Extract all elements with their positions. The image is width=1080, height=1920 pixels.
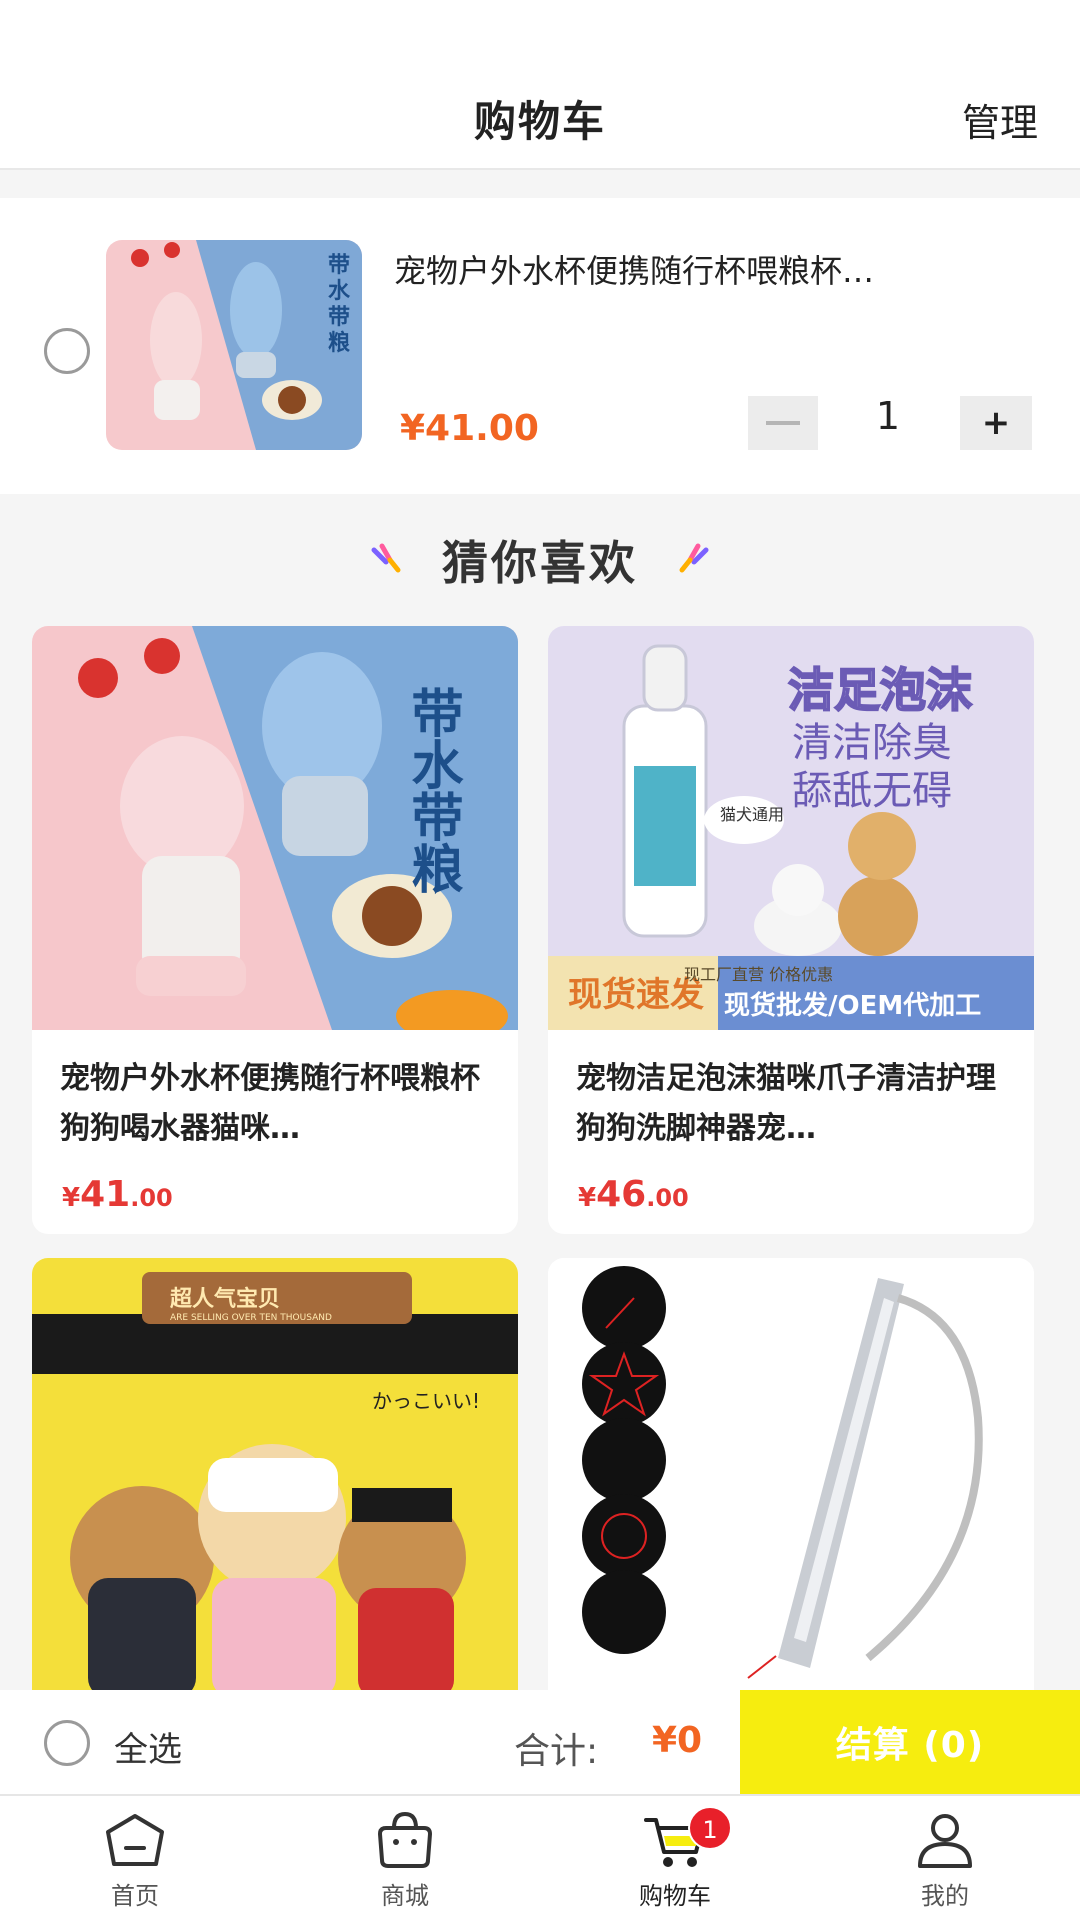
water-bottle-image: 带 水 带 粮 [106,240,362,450]
recommend-title: 猜你喜欢 [442,536,638,590]
cart-item-title[interactable]: 宠物户外水杯便携随行杯喂粮杯… [394,246,1024,292]
quantity-increment-button[interactable]: + [960,396,1032,450]
product-image: 超人气宝贝 ARE SELLING OVER TEN THOUSAND かっこい… [32,1258,518,1718]
svg-text:现工厂直营 价格优惠: 现工厂直营 价格优惠 [684,965,833,984]
manage-button[interactable]: 管理 [962,92,1038,147]
cart-item: 带 水 带 粮 宠物户外水杯便携随行杯喂粮杯… ¥41.00 1 + [0,198,1080,494]
minus-icon [766,421,800,425]
price-currency: ¥ [578,1183,597,1213]
select-all-label[interactable]: 全选 [114,1722,182,1771]
cart-item-thumbnail[interactable]: 带 水 带 粮 [106,240,362,450]
price-integer: 41 [80,1174,131,1215]
tab-label: 购物车 [639,1882,711,1910]
recommend-heading: 猜你喜欢 [0,530,1080,590]
svg-text:超人气宝贝: 超人气宝贝 [170,1286,280,1312]
select-all-checkbox[interactable] [44,1720,90,1766]
svg-text:ARE SELLING OVER TEN THOUSAND: ARE SELLING OVER TEN THOUSAND [170,1313,332,1323]
home-icon [106,1814,164,1866]
tab-label: 商城 [381,1882,429,1910]
svg-text:清洁除臭: 清洁除臭 [792,720,952,766]
quantity-value: 1 [875,394,901,438]
price-currency: ¥ [62,1183,81,1213]
total-label: 合计: [514,1731,599,1772]
svg-text:かっこいい!: かっこいい! [372,1389,480,1413]
price-decimal: .00 [646,1184,689,1212]
shopping-bag-icon [378,1811,432,1868]
product-card[interactable] [548,1258,1034,1718]
svg-text:现货批发/OEM代加工: 现货批发/OEM代加工 [724,990,981,1021]
checkout-bar: 全选 合计: ¥0 结算 (0) [0,1690,1080,1794]
product-image [548,1258,1034,1718]
settle-button[interactable]: 结算 (0) [740,1690,1080,1794]
user-icon [918,1814,972,1868]
price-decimal: .00 [130,1184,173,1212]
tab-label: 我的 [921,1882,969,1910]
svg-text:洁足泡沫: 洁足泡沫 [788,663,972,717]
plus-icon: + [981,403,1011,443]
tab-mall[interactable]: 商城 [270,1796,540,1920]
tab-cart[interactable]: 1 购物车 [540,1796,810,1920]
tab-label: 首页 [111,1882,159,1910]
sparkle-right-icon [679,543,709,573]
cart-item-checkbox[interactable] [44,328,90,374]
price-integer: 46 [596,1174,647,1215]
total-value: ¥0 [652,1720,703,1761]
product-card[interactable]: 超人气宝贝 ARE SELLING OVER TEN THOUSAND かっこい… [32,1258,518,1718]
svg-text:带水带粮: 带水带粮 [402,686,463,895]
product-card[interactable]: 带水带粮 宠物户外水杯便携随行杯喂粮杯狗狗喝水器猫咪… ¥41.00 [32,626,518,1234]
cart-screen: 购物车 管理 带 水 带 粮 宠物户外水杯便携随行杯喂粮杯… ¥41.00 1 … [0,0,1080,1920]
header: 购物车 管理 [0,0,1080,170]
product-image-text: 带水带粮 [402,686,463,895]
product-price: ¥41.00 [62,1174,173,1215]
page-title: 购物车 [473,97,606,146]
tab-profile[interactable]: 我的 [810,1796,1080,1920]
product-card[interactable]: 洁足泡沫 清洁除臭 舔舐无碍 猫犬通用 现货速发 现工厂直营 价格优惠 现货批发… [548,626,1034,1234]
product-name: 宠物洁足泡沫猫咪爪子清洁护理狗狗洗脚神器宠… [576,1061,996,1146]
product-name: 宠物户外水杯便携随行杯喂粮杯狗狗喝水器猫咪… [60,1061,480,1146]
product-image: 洁足泡沫 清洁除臭 舔舐无碍 猫犬通用 现货速发 现工厂直营 价格优惠 现货批发… [548,626,1034,1030]
tab-home[interactable]: 首页 [0,1796,270,1920]
svg-text:水: 水 [328,279,351,304]
svg-text:带: 带 [328,305,350,330]
sparkle-left-icon [371,543,401,573]
product-price: ¥46.00 [578,1174,689,1215]
svg-text:猫犬通用: 猫犬通用 [720,805,784,824]
quantity-decrement-button[interactable] [748,396,818,450]
svg-text:带: 带 [328,253,350,278]
svg-text:舔舐无碍: 舔舐无碍 [792,768,952,814]
cart-count-badge: 1 [688,1806,732,1850]
product-image: 带水带粮 [32,626,518,1030]
cart-item-price: ¥41.00 [400,408,539,449]
bottom-tab-bar: 首页 商城 1 购物车 我的 [0,1794,1080,1920]
svg-text:粮: 粮 [328,330,350,356]
